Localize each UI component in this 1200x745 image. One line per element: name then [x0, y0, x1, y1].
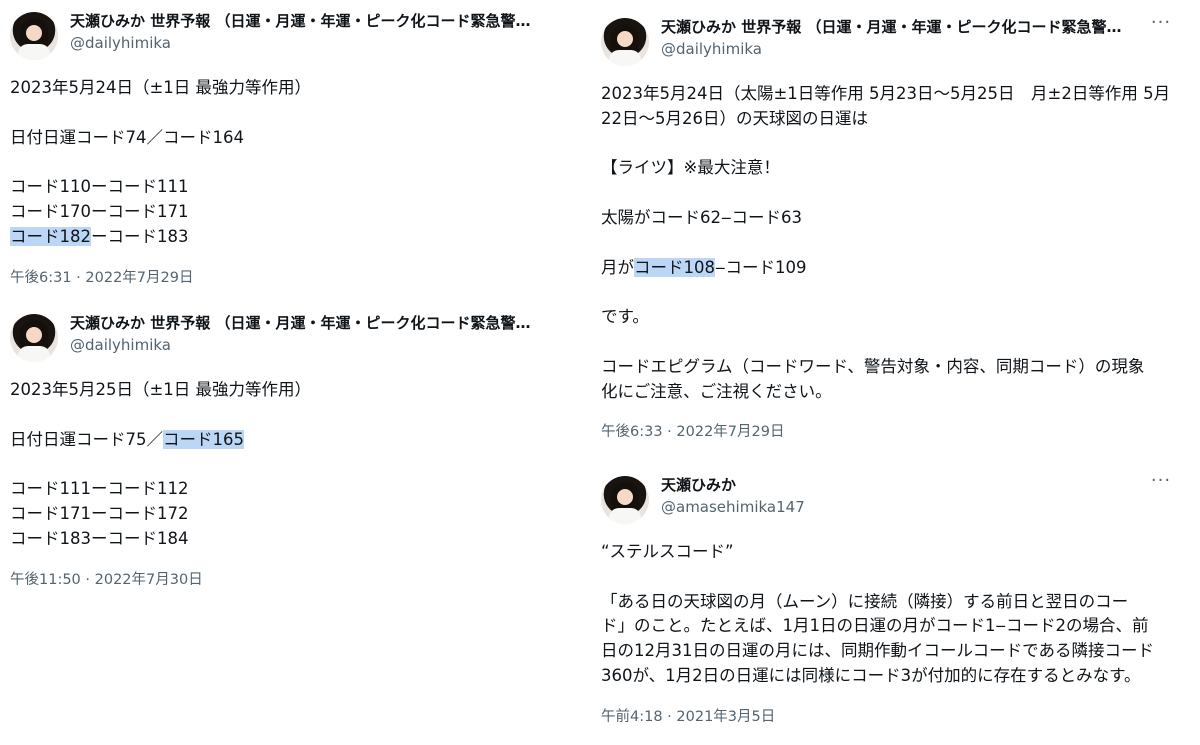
text-line: 22日〜5月26日）の天球図の日運は — [601, 108, 868, 128]
text-line: 日の12月31日の日運の月には、同期作動イコールコードである隣接コード — [601, 641, 1154, 661]
text-line: コード171ーコード172 — [10, 503, 189, 523]
text-line — [601, 132, 1176, 157]
text-line: コード182ーコード183 — [10, 226, 189, 246]
text-line: 日付日運コード74／コード164 — [10, 127, 244, 147]
text-line: コード170ーコード171 — [10, 201, 189, 221]
tweet-card: 天瀬ひみか 世界予報 （日運・月運・年運・ピーク化コード緊急警… @dailyh… — [10, 312, 570, 590]
text-line: 日付日運コード75／コード165 — [10, 429, 244, 449]
more-options-icon[interactable]: ··· — [1150, 14, 1172, 38]
avatar[interactable] — [601, 476, 649, 524]
text-line: 月がコード108‒コード109 — [601, 257, 807, 277]
tweet-card: 天瀬ひみか 世界予報 （日運・月運・年運・ピーク化コード緊急警… @dailyh… — [10, 10, 570, 288]
tweet-timestamp[interactable]: 午後6:31 · 2022年7月29日 — [10, 268, 570, 288]
tweet-timestamp[interactable]: 午前4:18 · 2021年3月5日 — [601, 707, 1176, 727]
tweet-text: “ステルスコード” 「ある日の天球図の月（ムーン）に接続（隣接）する前日と翌日の… — [601, 540, 1176, 689]
tweet-timestamp[interactable]: 午後11:50 · 2022年7月30日 — [10, 570, 570, 590]
tweet-header: 天瀬ひみか 世界予報 （日運・月運・年運・ピーク化コード緊急警… @dailyh… — [601, 14, 1176, 66]
user-handle[interactable]: @dailyhimika — [70, 334, 570, 356]
avatar[interactable] — [10, 314, 58, 362]
tweet-text: 2023年5月25日（±1日 最強力等作用） 日付日運コード75／コード165 … — [10, 378, 570, 552]
display-name[interactable]: 天瀬ひみか 世界予報 （日運・月運・年運・ピーク化コード緊急警… — [70, 10, 540, 32]
text-line: コード110ーコード111 — [10, 177, 189, 197]
user-handle[interactable]: @dailyhimika — [70, 32, 570, 54]
text-line: 360が、1月2日の日運には同様にコード3が付加的に存在するとみなす。 — [601, 665, 1141, 685]
text-line: 2023年5月24日（±1日 最強力等作用） — [10, 78, 312, 97]
text-line: 太陽がコード62‒コード63 — [601, 207, 802, 227]
tweet-header: 天瀬ひみか 世界予報 （日運・月運・年運・ピーク化コード緊急警… @dailyh… — [10, 312, 570, 362]
tweet-header: 天瀬ひみか @amasehimika147 ··· — [601, 472, 1176, 524]
tweet-card: 天瀬ひみか @amasehimika147 ··· “ステルスコード” 「ある日… — [601, 472, 1176, 727]
tweet-text: 2023年5月24日（太陽±1日等作用 5月23日〜5月25日 月±2日等作用 … — [601, 82, 1176, 404]
user-handle[interactable]: @amasehimika147 — [661, 496, 1176, 518]
text-line — [601, 231, 1176, 256]
selected-text: コード108 — [634, 257, 715, 277]
text-line — [601, 330, 1176, 355]
text-line — [601, 565, 1176, 590]
tweet-text: 2023年5月24日（±1日 最強力等作用） 日付日運コード74／コード164 … — [10, 76, 570, 250]
text-line: ド」のこと。たとえば、1月1日の日運の月がコード1‒コード2の場合、前 — [601, 616, 1149, 636]
text-line: “ステルスコード” — [601, 542, 734, 561]
text-line: です。 — [601, 307, 649, 327]
user-handle[interactable]: @dailyhimika — [661, 38, 1176, 60]
text-line: 【ライツ】※最大注意！ — [601, 158, 780, 178]
text-line — [601, 280, 1176, 305]
tweet-card: 天瀬ひみか 世界予報 （日運・月運・年運・ピーク化コード緊急警… @dailyh… — [601, 14, 1176, 442]
text-line: 「ある日の天球図の月（ムーン）に接続（隣接）する前日と翌日のコー — [601, 591, 1129, 611]
text-line — [10, 150, 570, 175]
avatar[interactable] — [10, 12, 58, 60]
text-line: コード183ーコード184 — [10, 528, 189, 548]
avatar[interactable] — [601, 18, 649, 66]
tweet-timestamp[interactable]: 午後6:33 · 2022年7月29日 — [601, 422, 1176, 442]
text-line — [10, 403, 570, 428]
selected-text: コード182 — [10, 226, 91, 246]
tweet-header: 天瀬ひみか 世界予報 （日運・月運・年運・ピーク化コード緊急警… @dailyh… — [10, 10, 570, 60]
text-line: 化にご注意、ご注視ください。 — [601, 381, 832, 401]
text-line: コードエピグラム（コードワード、警告対象・内容、同期コード）の現象 — [601, 356, 1145, 376]
more-options-icon[interactable]: ··· — [1150, 472, 1172, 496]
text-line — [10, 452, 570, 477]
display-name[interactable]: 天瀬ひみか 世界予報 （日運・月運・年運・ピーク化コード緊急警… — [70, 312, 540, 334]
selected-text: コード165 — [163, 429, 244, 449]
text-line — [10, 101, 570, 126]
display-name[interactable]: 天瀬ひみか 世界予報 （日運・月運・年運・ピーク化コード緊急警… — [661, 16, 1131, 38]
text-line: コード111ーコード112 — [10, 479, 189, 499]
text-line — [601, 181, 1176, 206]
display-name[interactable]: 天瀬ひみか — [661, 474, 1131, 496]
text-line: 2023年5月25日（±1日 最強力等作用） — [10, 380, 312, 399]
text-line: 2023年5月24日（太陽±1日等作用 5月23日〜5月25日 月±2日等作用 … — [601, 84, 1171, 103]
